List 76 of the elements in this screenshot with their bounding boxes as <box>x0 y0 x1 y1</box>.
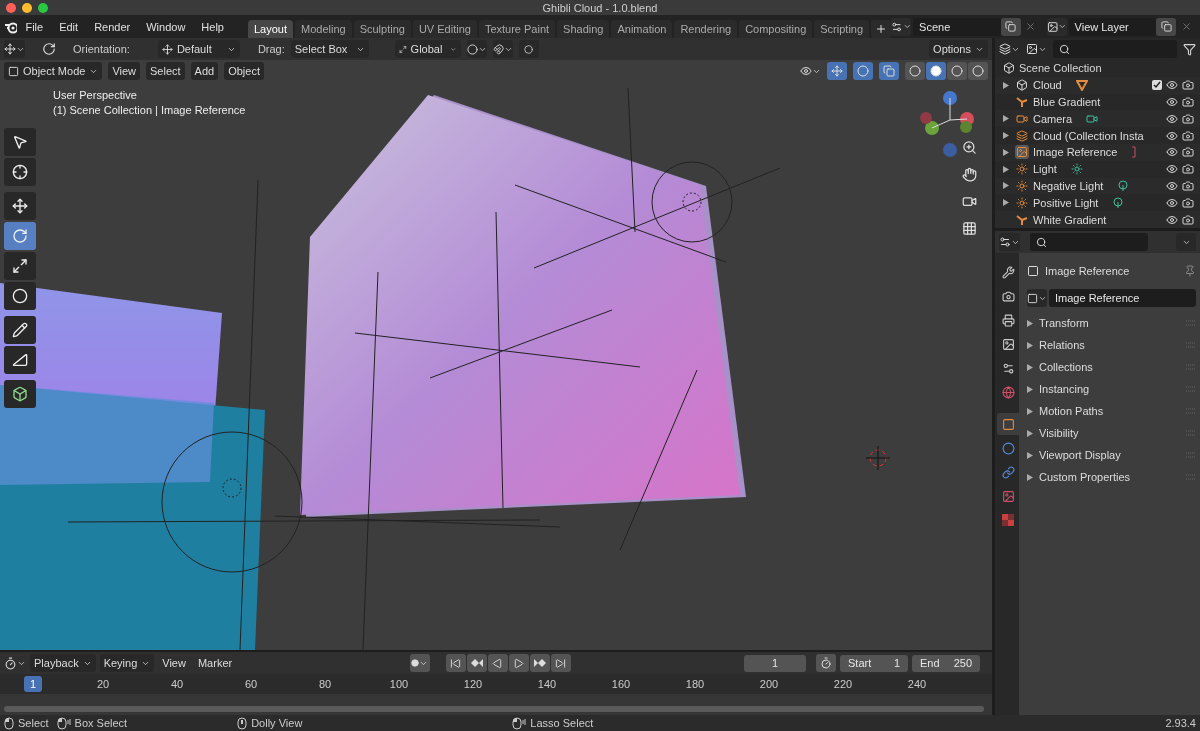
panel-header[interactable]: Relations <box>1039 339 1085 351</box>
outliner-item[interactable]: White Gradient <box>1033 213 1107 226</box>
workspace-tab[interactable]: UV Editing <box>412 20 477 38</box>
timeline-menu[interactable]: Keying <box>99 654 155 672</box>
outliner-item[interactable]: Light <box>1033 163 1057 176</box>
frame-tick: 120 <box>462 678 484 690</box>
viewport-menu[interactable]: Add <box>190 62 219 80</box>
window-title: Ghibli Cloud - 1.0.blend <box>541 1 659 14</box>
frame-tick: 40 <box>169 678 185 690</box>
workspace-tab[interactable]: Shading <box>557 20 610 38</box>
drag-label: Drag: <box>257 43 285 55</box>
panel-header[interactable]: Custom Properties <box>1039 471 1131 483</box>
view-layer-field[interactable]: View Layer <box>1068 17 1156 36</box>
menu-item[interactable]: Edit <box>51 20 87 33</box>
drag-dropdown[interactable]: Select Box <box>290 40 369 58</box>
status-hint: Select <box>18 717 49 729</box>
current-frame-field[interactable]: 1 <box>744 654 806 672</box>
frame-tick: 140 <box>536 678 558 690</box>
menu-item[interactable]: Render <box>86 20 139 33</box>
view-name: User Perspective <box>53 89 137 101</box>
end-frame-field[interactable]: End 250 <box>912 654 980 672</box>
status-hint: Dolly View <box>251 717 303 729</box>
workspace-tab[interactable]: Scripting <box>814 20 870 38</box>
outliner-item[interactable]: Blue Gradient <box>1033 96 1101 108</box>
outliner-item[interactable]: Positive Light <box>1033 196 1099 209</box>
status-hint: Box Select <box>74 717 128 729</box>
frame-tick: 80 <box>317 678 333 690</box>
mode-dropdown[interactable]: Object Mode <box>4 62 103 80</box>
version-label: 2.93.4 <box>1165 717 1196 729</box>
outliner-item[interactable]: Cloud <box>1033 79 1062 92</box>
viewport-menu[interactable]: View <box>108 62 141 80</box>
panel-header[interactable]: Visibility <box>1039 427 1079 439</box>
timeline-menu[interactable]: Playback <box>30 654 96 672</box>
options-dropdown[interactable]: Options <box>929 40 988 58</box>
transform-orientation-dropdown[interactable]: Global <box>394 40 461 58</box>
outliner-item[interactable]: Negative Light <box>1033 179 1104 192</box>
collection-name[interactable]: Scene Collection <box>1019 62 1102 75</box>
orientation-dropdown[interactable]: Default <box>157 40 240 58</box>
panel-header[interactable]: Viewport Display <box>1039 449 1121 461</box>
workspace-tab[interactable]: Sculpting <box>353 20 411 38</box>
workspace-tab[interactable]: Rendering <box>674 20 738 38</box>
outliner-item[interactable]: Cloud (Collection Insta <box>1033 129 1144 142</box>
frame-tick: 240 <box>906 678 928 690</box>
menu-item[interactable]: Help <box>193 20 232 33</box>
outliner-item[interactable]: Camera <box>1033 112 1073 125</box>
viewport-menu[interactable]: Object <box>224 62 264 80</box>
workspace-tab[interactable]: Texture Paint <box>478 20 556 38</box>
frame-tick: 180 <box>684 678 706 690</box>
frame-tick: 160 <box>610 678 632 690</box>
status-hint: Lasso Select <box>530 717 594 729</box>
panel-header[interactable]: Motion Paths <box>1039 405 1104 417</box>
frame-tick: 20 <box>95 678 111 690</box>
frame-tick: 60 <box>243 678 259 690</box>
frame-tick: 100 <box>388 678 410 690</box>
start-frame-field[interactable]: Start 1 <box>840 654 908 672</box>
workspace-tab[interactable]: Modeling <box>295 20 352 38</box>
workspace-tab[interactable]: Compositing <box>739 20 813 38</box>
menu-item[interactable]: File <box>17 20 52 33</box>
panel-header[interactable]: Instancing <box>1039 383 1090 395</box>
timeline-menu[interactable]: Marker <box>193 654 237 672</box>
viewport-menu[interactable]: Select <box>146 62 185 80</box>
outliner-item[interactable]: Image Reference <box>1033 146 1118 159</box>
workspace-tab[interactable]: Layout <box>247 20 293 38</box>
orientation-label: Orientation: <box>73 43 130 55</box>
object-name: Image Reference <box>1045 265 1130 277</box>
timeline-menu[interactable]: View <box>158 654 190 672</box>
scene-field[interactable]: Scene <box>913 17 1001 36</box>
menu-item[interactable]: Window <box>138 20 194 33</box>
panel-header[interactable]: Collections <box>1039 361 1093 373</box>
playhead[interactable]: 1 <box>24 676 42 692</box>
panel-header[interactable]: Transform <box>1039 317 1089 329</box>
frame-tick: 200 <box>758 678 780 690</box>
object-name-field[interactable]: Image Reference <box>1049 289 1196 307</box>
workspace-tab[interactable]: Animation <box>611 20 673 38</box>
frame-tick: 220 <box>832 678 854 690</box>
view-context: (1) Scene Collection | Image Reference <box>53 104 246 116</box>
